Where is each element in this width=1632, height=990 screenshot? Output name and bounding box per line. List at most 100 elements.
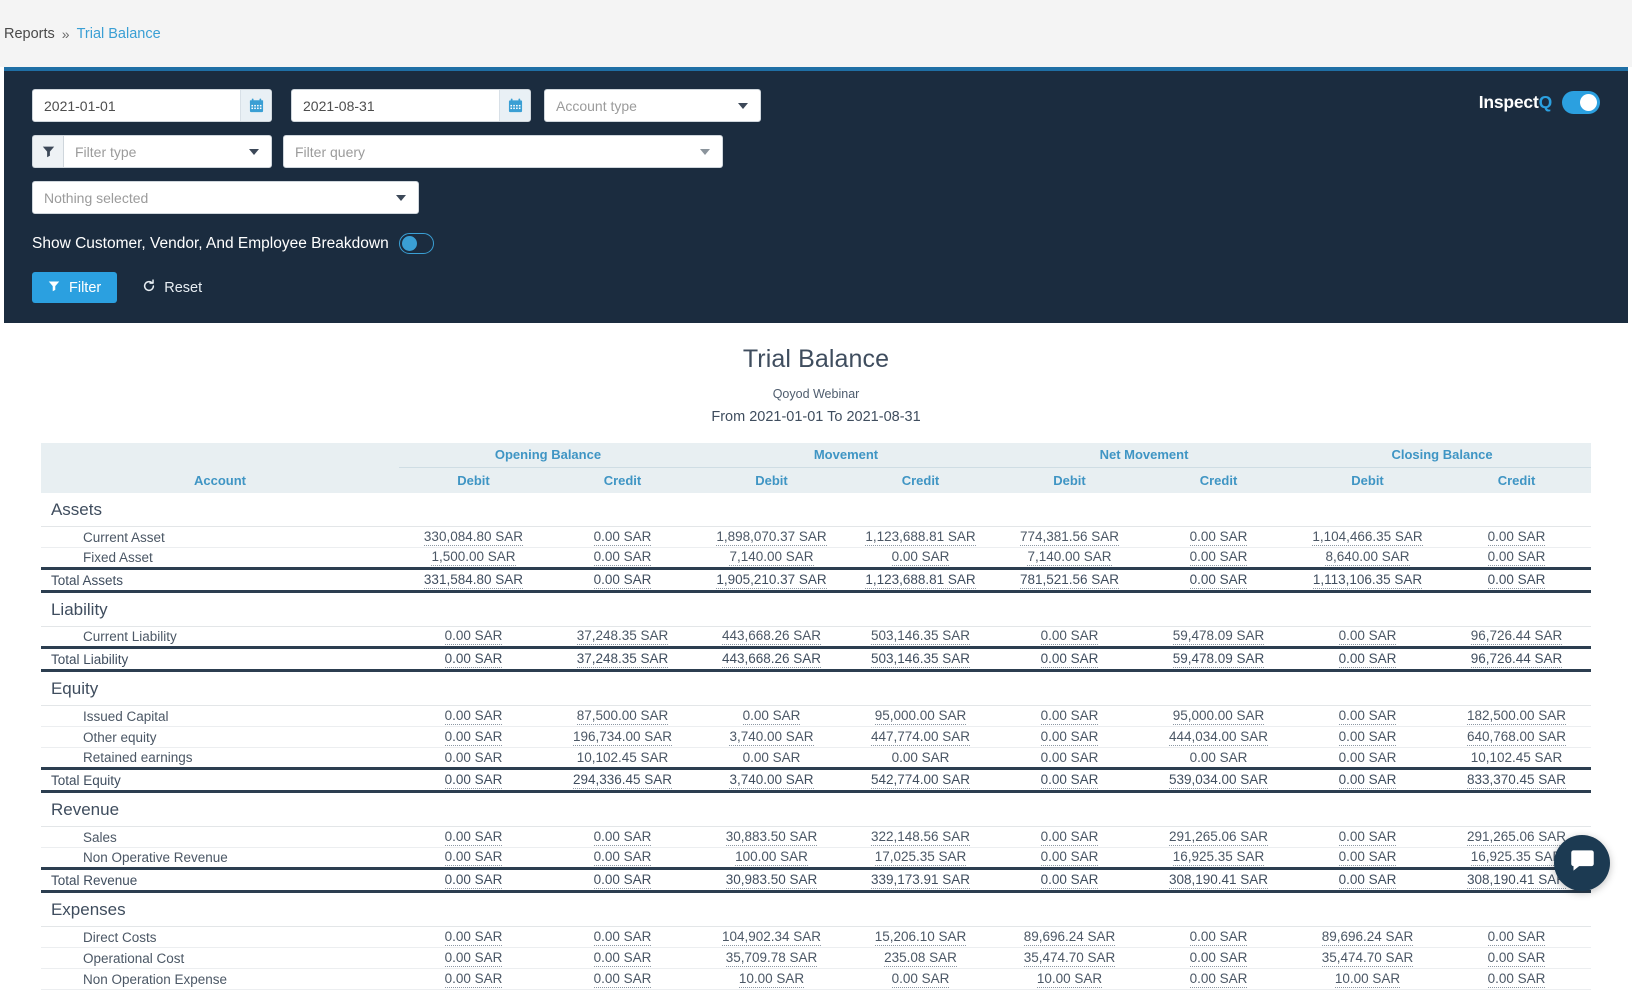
section-header-row: Expenses bbox=[41, 892, 1591, 927]
table-row[interactable]: Operational Cost0.00 SAR0.00 SAR35,709.7… bbox=[41, 948, 1591, 969]
amount-cell: 291,265.06 SAR bbox=[1144, 827, 1293, 848]
amount-cell: 10,102.45 SAR bbox=[1442, 748, 1591, 769]
total-amount-cell: 1,123,688.81 SAR bbox=[846, 569, 995, 592]
date-from-field[interactable]: 2021-01-01 bbox=[32, 89, 272, 122]
amount-cell: 17,025.35 SAR bbox=[846, 848, 995, 869]
amount-cell: 0.00 SAR bbox=[399, 848, 548, 869]
reset-button[interactable]: Reset bbox=[136, 278, 208, 298]
total-amount-cell: 503,146.35 SAR bbox=[846, 648, 995, 671]
table-row[interactable]: Current Asset330,084.80 SAR0.00 SAR1,898… bbox=[41, 527, 1591, 548]
filter-type-select[interactable]: Filter type bbox=[63, 135, 272, 168]
amount-cell: 59,478.09 SAR bbox=[1144, 627, 1293, 648]
amount-cell: 0.00 SAR bbox=[995, 848, 1144, 869]
total-amount-cell: 339,173.91 SAR bbox=[846, 869, 995, 892]
amount-cell: 444,034.00 SAR bbox=[1144, 727, 1293, 748]
amount-cell: 0.00 SAR bbox=[995, 706, 1144, 727]
amount-cell: 0.00 SAR bbox=[548, 848, 697, 869]
filter-query-select[interactable]: Filter query bbox=[283, 135, 723, 168]
column-header-opening-debit: Debit bbox=[399, 467, 548, 493]
section-header-row: Equity bbox=[41, 671, 1591, 706]
breadcrumb-separator-icon: » bbox=[62, 26, 70, 42]
chevron-down-icon bbox=[700, 149, 710, 155]
total-label-cell: Total Liability bbox=[41, 648, 399, 671]
date-to-field[interactable]: 2021-08-31 bbox=[291, 89, 531, 122]
amount-cell: 443,668.26 SAR bbox=[697, 627, 846, 648]
account-type-select[interactable]: Account type bbox=[544, 89, 761, 122]
breakdown-label: Show Customer, Vendor, And Employee Brea… bbox=[32, 235, 389, 253]
amount-cell: 0.00 SAR bbox=[548, 827, 697, 848]
calendar-icon[interactable] bbox=[240, 89, 271, 122]
amount-cell: 87,500.00 SAR bbox=[548, 706, 697, 727]
section-title: Revenue bbox=[41, 792, 1591, 827]
chat-bubble-icon bbox=[1569, 847, 1596, 879]
amount-cell: 0.00 SAR bbox=[995, 827, 1144, 848]
table-row[interactable]: Non Operation Expense0.00 SAR0.00 SAR10.… bbox=[41, 969, 1591, 990]
table-row[interactable]: Issued Capital 0.00 SAR 87,500.00 SAR 0.00 … bbox=[41, 706, 1591, 727]
table-row[interactable]: Current Liability0.00 SAR37,248.35 SAR44… bbox=[41, 627, 1591, 648]
section-title: Expenses bbox=[41, 892, 1591, 927]
amount-cell: 0.00 SAR bbox=[1144, 527, 1293, 548]
account-type-value: Account type bbox=[545, 98, 738, 114]
amount-cell: 10.00 SAR bbox=[1293, 969, 1442, 990]
breakdown-toggle[interactable] bbox=[399, 233, 434, 254]
amount-cell: 7,140.00 SAR bbox=[697, 548, 846, 569]
column-header-opening-credit: Credit bbox=[548, 467, 697, 493]
column-header-movement-credit: Credit bbox=[846, 467, 995, 493]
amount-cell: 503,146.35 SAR bbox=[846, 627, 995, 648]
amount-cell: 0.00 SAR bbox=[1442, 969, 1591, 990]
total-amount-cell: 539,034.00 SAR bbox=[1144, 769, 1293, 792]
company-name: Qoyod Webinar bbox=[0, 387, 1632, 401]
breadcrumb-current[interactable]: Trial Balance bbox=[77, 26, 161, 42]
breadcrumb-root[interactable]: Reports bbox=[4, 26, 55, 42]
filter-funnel-icon bbox=[48, 280, 60, 296]
account-name-cell: Sales bbox=[41, 827, 399, 848]
table-row[interactable]: Other equity0.00 SAR196,734.00 SAR3,740.… bbox=[41, 727, 1591, 748]
amount-cell: 0.00 SAR bbox=[995, 727, 1144, 748]
group-header-opening-balance: Opening Balance bbox=[399, 443, 697, 467]
amount-cell: 0.00 SAR bbox=[548, 527, 697, 548]
amount-cell: 89,696.24 SAR bbox=[1293, 927, 1442, 948]
multi-select-dropdown[interactable]: Nothing selected bbox=[32, 181, 419, 214]
table-row[interactable]: Retained earnings0.00 SAR10,102.45 SAR0.… bbox=[41, 748, 1591, 769]
breakdown-toggle-group: Show Customer, Vendor, And Employee Brea… bbox=[4, 233, 1628, 254]
total-amount-cell: 30,983.50 SAR bbox=[697, 869, 846, 892]
amount-cell: 0.00 SAR bbox=[1442, 927, 1591, 948]
column-header-row: Account Debit Credit Debit Credit Debit … bbox=[41, 467, 1591, 493]
amount-cell: 3,740.00 SAR bbox=[697, 727, 846, 748]
reset-button-label: Reset bbox=[164, 280, 202, 296]
amount-cell: 0.00 SAR bbox=[846, 748, 995, 769]
total-amount-cell: 0.00 SAR bbox=[548, 869, 697, 892]
calendar-icon[interactable] bbox=[499, 89, 530, 122]
inspect-toggle[interactable] bbox=[1562, 91, 1600, 114]
amount-cell: 1,500.00 SAR bbox=[399, 548, 548, 569]
total-amount-cell: 1,113,106.35 SAR bbox=[1293, 569, 1442, 592]
amount-cell: 330,084.80 SAR bbox=[399, 527, 548, 548]
account-name-cell: Current Asset bbox=[41, 527, 399, 548]
amount-cell: 0.00 SAR bbox=[697, 748, 846, 769]
table-row[interactable]: Fixed Asset1,500.00 SAR0.00 SAR7,140.00 … bbox=[41, 548, 1591, 569]
total-amount-cell: 1,905,210.37 SAR bbox=[697, 569, 846, 592]
amount-cell: 0.00 SAR bbox=[1293, 848, 1442, 869]
account-name-cell: Issued Capital bbox=[41, 706, 399, 727]
group-header-closing-balance: Closing Balance bbox=[1293, 443, 1591, 467]
total-amount-cell: 0.00 SAR bbox=[399, 648, 548, 671]
amount-cell: 8,640.00 SAR bbox=[1293, 548, 1442, 569]
table-row[interactable]: Non Operative Revenue0.00 SAR0.00 SAR100… bbox=[41, 848, 1591, 869]
account-name-cell: Non Operation Expense bbox=[41, 969, 399, 990]
total-amount-cell: 0.00 SAR bbox=[995, 869, 1144, 892]
chevron-down-icon bbox=[396, 195, 406, 201]
amount-cell: 37,248.35 SAR bbox=[548, 627, 697, 648]
amount-cell: 0.00 SAR bbox=[1144, 548, 1293, 569]
amount-cell: 0.00 SAR bbox=[1293, 706, 1442, 727]
table-row[interactable]: Direct Costs0.00 SAR0.00 SAR104,902.34 S… bbox=[41, 927, 1591, 948]
chat-widget-button[interactable] bbox=[1554, 835, 1610, 891]
trial-balance-table: Opening Balance Movement Net Movement Cl… bbox=[41, 443, 1591, 990]
table-row[interactable]: Sales0.00 SAR0.00 SAR30,883.50 SAR322,14… bbox=[41, 827, 1591, 848]
amount-cell: 0.00 SAR bbox=[1293, 748, 1442, 769]
inspect-toggle-knob bbox=[1580, 94, 1597, 111]
total-amount-cell: 308,190.41 SAR bbox=[1144, 869, 1293, 892]
total-amount-cell: 443,668.26 SAR bbox=[697, 648, 846, 671]
amount-cell: 96,726.44 SAR bbox=[1442, 627, 1591, 648]
inspect-toggle-group: InspectQ bbox=[1479, 91, 1600, 114]
filter-button[interactable]: Filter bbox=[32, 272, 117, 303]
